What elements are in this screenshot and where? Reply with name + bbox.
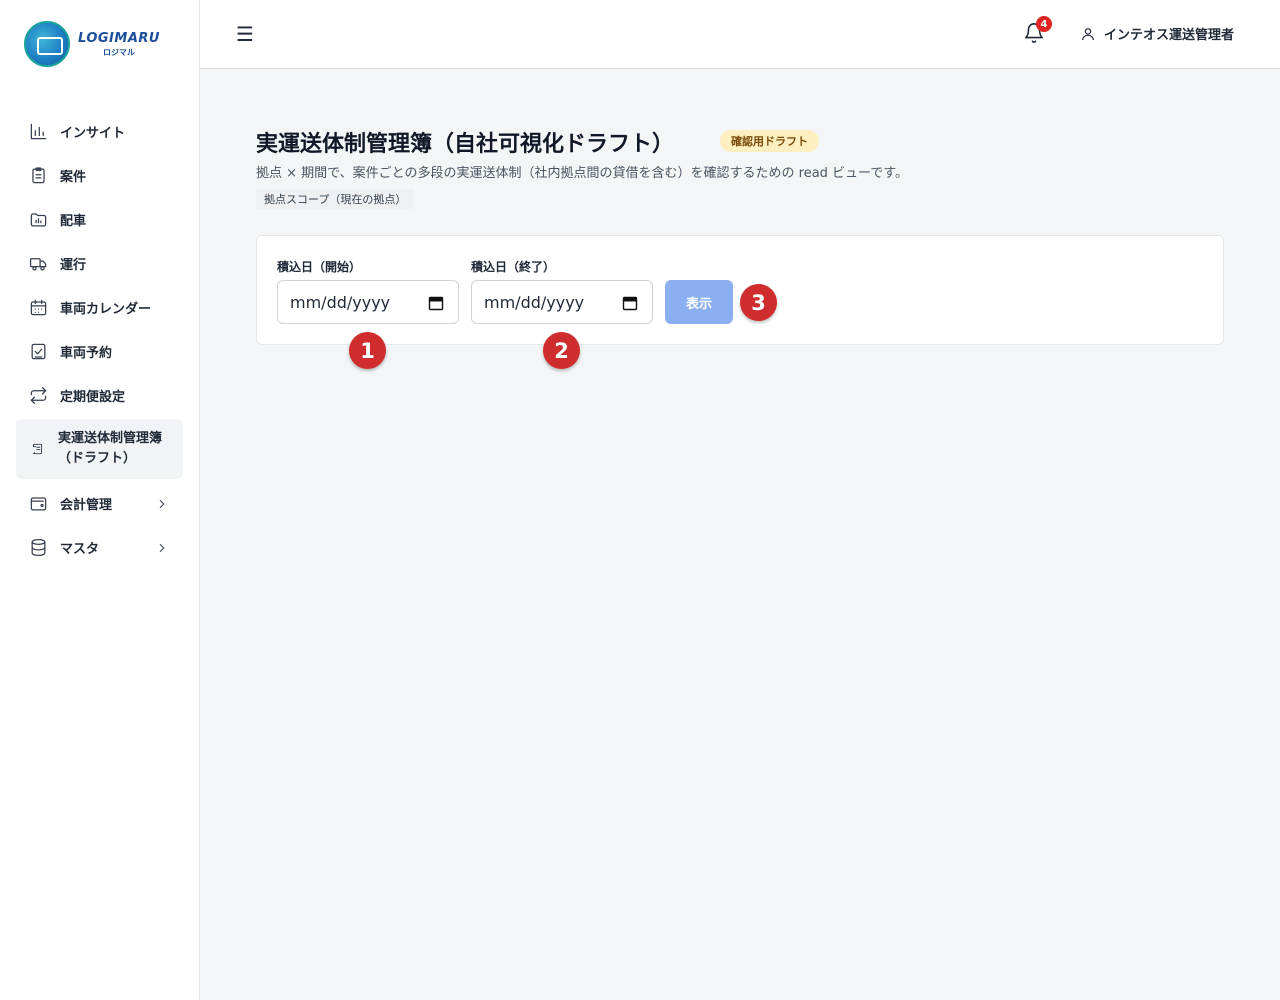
- annotation-marker-1: 1: [349, 332, 386, 369]
- sidebar-item-label: 運行: [60, 257, 87, 273]
- start-date-label: 積込日（開始）: [277, 260, 362, 274]
- sidebar-item-master[interactable]: マスタ: [16, 525, 183, 569]
- sidebar-item-accounting[interactable]: 会計管理: [16, 481, 183, 525]
- end-date-placeholder: mm/dd/yyyy: [484, 292, 585, 312]
- sidebar-item-transport-ledger[interactable]: 実運送体制管理簿 （ドラフト）: [16, 419, 183, 479]
- sidebar-item-dispatch[interactable]: 配車: [16, 197, 183, 241]
- database-icon: [28, 537, 48, 557]
- sidebar-item-cases[interactable]: 案件: [16, 153, 183, 197]
- sidebar-item-label-line: 実運送体制管理簿: [58, 431, 163, 446]
- sidebar-item-insight[interactable]: インサイト: [16, 109, 183, 153]
- clipboard-check-icon: [28, 341, 48, 361]
- calendar-icon: [28, 297, 48, 317]
- chevron-right-icon: [155, 540, 169, 554]
- notification-badge: 4: [1036, 16, 1052, 32]
- start-date-placeholder: mm/dd/yyyy: [290, 292, 391, 312]
- sidebar-item-label: 車両予約: [60, 345, 113, 361]
- sidebar-item-regular-service[interactable]: 定期便設定: [16, 373, 183, 417]
- end-date-label: 積込日（終了）: [471, 260, 556, 274]
- hamburger-menu-icon[interactable]: ☰: [236, 24, 256, 44]
- chevron-right-icon: [155, 496, 169, 510]
- bar-chart-icon: [28, 121, 48, 141]
- sidebar-item-vehicle-booking[interactable]: 車両予約: [16, 329, 183, 373]
- repeat-icon: [28, 385, 48, 405]
- sidebar-item-label: マスタ: [60, 541, 100, 557]
- folder-chart-icon: [28, 209, 48, 229]
- truck-icon: [28, 253, 48, 273]
- logo-globe-icon: [24, 21, 70, 67]
- logo[interactable]: LOGIMARU ロジマル: [24, 21, 160, 67]
- clipboard-icon: [28, 165, 48, 185]
- user-name: インテオス運送管理者: [1104, 28, 1235, 43]
- sidebar-item-label: 配車: [60, 213, 87, 229]
- sidebar-item-label: 定期便設定: [60, 389, 126, 405]
- user-icon: [1082, 27, 1094, 40]
- scope-chip: 拠点スコープ（現在の拠点）: [256, 189, 415, 209]
- draft-badge: 確認用ドラフト: [720, 130, 819, 152]
- end-date-input[interactable]: mm/dd/yyyy: [471, 280, 653, 324]
- sidebar-item-operation[interactable]: 運行: [16, 241, 183, 285]
- sidebar-item-label-line: 実運送体制管理簿 （ドラフト）: [58, 429, 162, 469]
- show-button[interactable]: 表示: [665, 280, 733, 324]
- topbar: ☰ 4 インテオス運送管理者: [200, 0, 1280, 69]
- wallet-icon: [28, 493, 48, 513]
- calendar-icon[interactable]: [428, 295, 444, 311]
- start-date-input[interactable]: mm/dd/yyyy: [277, 280, 459, 324]
- sidebar-item-label: 案件: [60, 169, 87, 185]
- filter-card: 積込日（開始） mm/dd/yyyy 積込日（終了） mm/dd/yyyy 表示: [256, 235, 1224, 345]
- user-menu[interactable]: インテオス運送管理者: [1080, 24, 1234, 43]
- sidebar-item-label-line: （ドラフト）: [58, 451, 137, 466]
- sidebar-item-label: インサイト: [60, 125, 126, 141]
- logo-text: LOGIMARU: [78, 30, 160, 46]
- page-title: 実運送体制管理簿（自社可視化ドラフト）: [256, 132, 675, 157]
- annotation-marker-2: 2: [543, 332, 580, 369]
- sidebar-item-vehicle-calendar[interactable]: 車両カレンダー: [16, 285, 183, 329]
- sidebar: LOGIMARU ロジマル インサイト 案件 配車 運行 車両カレンダー 車両予…: [0, 0, 200, 1000]
- sidebar-item-label: 車両カレンダー: [60, 301, 152, 317]
- logo-subtext: ロジマル: [102, 47, 135, 57]
- annotation-marker-3: 3: [740, 284, 777, 321]
- calendar-icon[interactable]: [622, 295, 638, 311]
- sidebar-item-label: 実運送体制管理簿 （ドラフト）: [58, 429, 162, 469]
- scroll-icon: [28, 439, 48, 459]
- sidebar-nav: インサイト 案件 配車 運行 車両カレンダー 車両予約 定期便設定 実運送体制管…: [16, 109, 183, 569]
- page-description: 拠点 × 期間で、案件ごとの多段の実運送体制（社内拠点間の貸借を含む）を確認する…: [256, 166, 908, 181]
- sidebar-item-label: 会計管理: [60, 497, 113, 513]
